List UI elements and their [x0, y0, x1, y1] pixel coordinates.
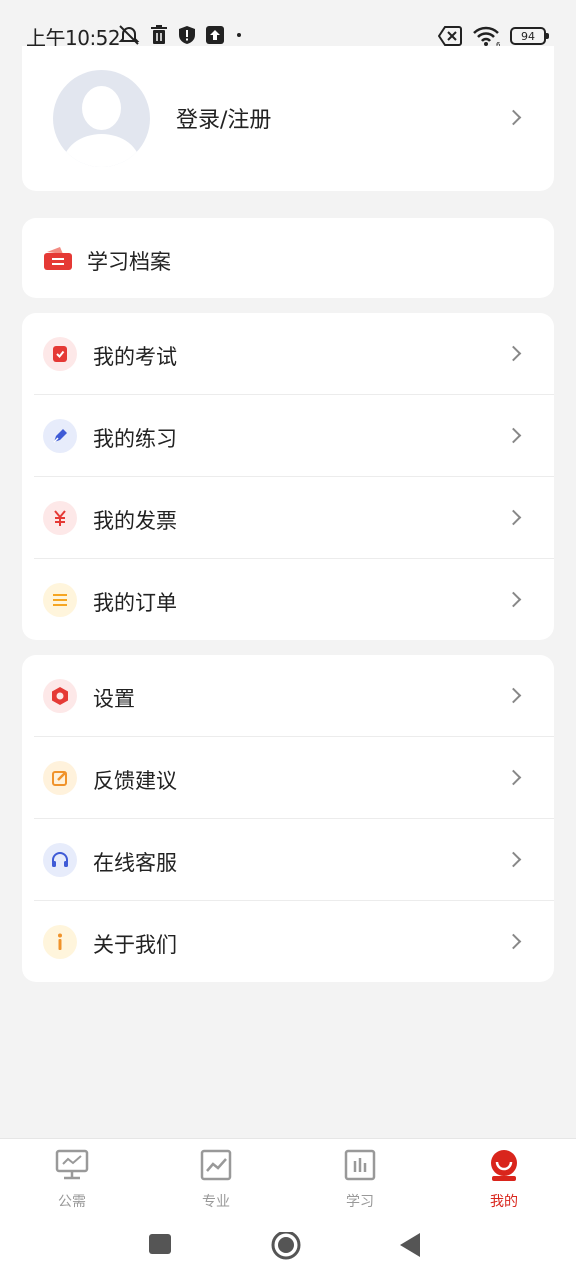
headset-icon: [43, 843, 77, 877]
sim-off-icon: [438, 26, 462, 46]
yen-icon: [43, 501, 77, 535]
status-notification-icons: [118, 24, 244, 46]
status-system-icons: 6 94: [438, 24, 549, 48]
menu-group-my: 我的考试 我的练习 我的发票 我的订单: [22, 313, 554, 640]
chevron-right-icon: [505, 591, 522, 608]
chevron-right-icon: [505, 509, 522, 526]
recent-apps-icon[interactable]: [149, 1232, 171, 1256]
home-icon[interactable]: [270, 1232, 302, 1260]
system-navigation-bar: [0, 1220, 576, 1280]
menu-item-feedback[interactable]: 反馈建议: [22, 737, 554, 819]
bottom-tab-bar: 公需 专业 学习 我的: [0, 1138, 576, 1220]
tab-label: 学习: [346, 1194, 374, 1210]
tab-label: 公需: [58, 1194, 86, 1210]
chevron-right-icon: [505, 769, 522, 786]
chevron-right-icon: [505, 109, 522, 126]
menu-item-my-exams[interactable]: 我的考试: [22, 313, 554, 395]
tab-public[interactable]: 公需: [0, 1139, 144, 1221]
menu-item-online-service[interactable]: 在线客服: [22, 819, 554, 901]
study-archive-card[interactable]: 学习档案: [22, 218, 554, 298]
profile-icon: [491, 1150, 517, 1181]
avatar[interactable]: [53, 70, 150, 167]
pen-icon: [43, 419, 77, 453]
menu-item-label: 我的订单: [93, 591, 177, 615]
chevron-right-icon: [505, 933, 522, 950]
profile-card[interactable]: 登录/注册: [22, 46, 554, 191]
menu-item-label: 设置: [93, 687, 135, 711]
edit-icon: [43, 761, 77, 795]
chevron-right-icon: [505, 687, 522, 704]
chevron-right-icon: [505, 851, 522, 868]
trend-chart-icon: [200, 1149, 232, 1181]
menu-item-label: 反馈建议: [93, 769, 177, 793]
wifi-icon: 6: [473, 26, 500, 47]
shield-icon: [179, 26, 195, 44]
chevron-right-icon: [505, 345, 522, 362]
tab-label: 我的: [490, 1194, 518, 1210]
battery-level: 94: [521, 29, 535, 43]
menu-item-my-orders[interactable]: 我的订单: [22, 559, 554, 641]
back-icon[interactable]: [398, 1232, 422, 1258]
upload-icon: [206, 26, 224, 44]
tab-professional[interactable]: 专业: [144, 1139, 288, 1221]
menu-item-label: 我的考试: [93, 345, 177, 369]
trash-icon: [151, 25, 167, 44]
mute-alarm-icon: [118, 25, 140, 45]
menu-item-label: 我的发票: [93, 509, 177, 533]
exam-icon: [43, 337, 77, 371]
menu-item-label: 关于我们: [93, 933, 177, 957]
bar-chart-icon: [344, 1149, 376, 1181]
dot-icon: [237, 33, 241, 37]
battery-icon: 94: [510, 27, 549, 45]
tab-mine[interactable]: 我的: [432, 1139, 576, 1221]
menu-item-my-practice[interactable]: 我的练习: [22, 395, 554, 477]
study-archive-label: 学习档案: [87, 250, 171, 274]
chevron-right-icon: [505, 427, 522, 444]
menu-group-settings: 设置 反馈建议 在线客服 关于我们: [22, 655, 554, 982]
tab-label: 专业: [202, 1194, 230, 1210]
tab-study[interactable]: 学习: [288, 1139, 432, 1221]
menu-item-about-us[interactable]: 关于我们: [22, 901, 554, 983]
settings-icon: [43, 679, 77, 713]
menu-item-label: 我的练习: [93, 427, 177, 451]
menu-item-label: 在线客服: [93, 851, 177, 875]
menu-item-my-invoices[interactable]: 我的发票: [22, 477, 554, 559]
presentation-icon: [55, 1149, 89, 1180]
info-icon: [43, 925, 77, 959]
archive-icon: [44, 247, 72, 270]
login-register-link[interactable]: 登录/注册: [176, 102, 271, 134]
menu-item-settings[interactable]: 设置: [22, 655, 554, 737]
list-icon: [43, 583, 77, 617]
